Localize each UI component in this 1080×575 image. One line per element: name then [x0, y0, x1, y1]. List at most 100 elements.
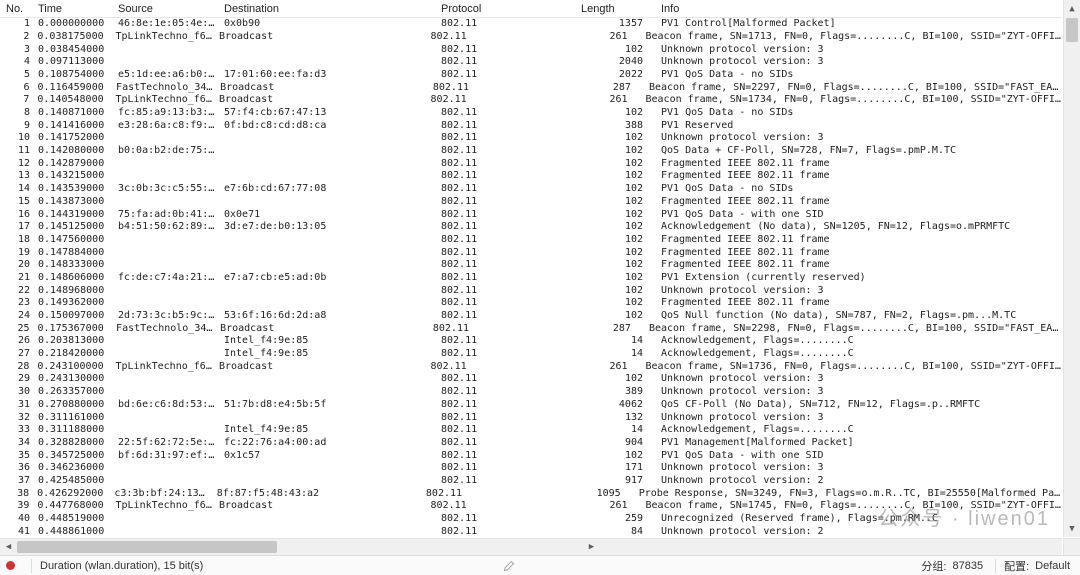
cell-source: TpLinkTechno_f6:8d:…: [110, 361, 213, 373]
table-row[interactable]: 260.203813000Intel_f4:9e:85802.1114Ackno…: [0, 335, 1062, 348]
cell-protocol: 802.11: [435, 145, 575, 157]
table-row[interactable]: 30.038454000802.11102Unknown protocol ve…: [0, 43, 1062, 56]
table-row[interactable]: 120.142879000802.11102Fragmented IEEE 80…: [0, 158, 1062, 171]
cell-source: b4:51:50:62:89:ba: [112, 221, 218, 233]
cell-info: Beacon frame, SN=1745, FN=0, Flags=.....…: [640, 500, 1063, 512]
horizontal-scrollbar[interactable]: ◀ ▶: [0, 539, 600, 555]
cell-protocol: 802.11: [435, 310, 575, 322]
table-row[interactable]: 250.175367000FastTechnolo_34:ea:…Broadca…: [0, 323, 1062, 336]
col-header-destination[interactable]: Destination: [218, 1, 435, 17]
cell-source: b0:0a:b2:de:75:f4: [112, 145, 218, 157]
cell-time: 0.448861000: [32, 526, 112, 537]
cell-info: QoS Null function (No data), SN=787, FN=…: [655, 310, 1062, 322]
cell-time: 0.426292000: [31, 488, 108, 500]
table-row[interactable]: 410.448861000802.1184Unknown protocol ve…: [0, 526, 1062, 538]
table-row[interactable]: 300.263357000802.11389Unknown protocol v…: [0, 386, 1062, 399]
hscroll-track[interactable]: [17, 541, 583, 553]
pencil-icon[interactable]: [503, 560, 515, 572]
cell-source: e5:1d:ee:a6:b0:87: [112, 69, 218, 81]
table-row[interactable]: 350.345725000bf:6d:31:97:ef:860x1c57802.…: [0, 449, 1062, 462]
table-row[interactable]: 400.448519000802.11259Unrecognized (Rese…: [0, 513, 1062, 526]
table-row[interactable]: 60.116459000FastTechnolo_34:ea:…Broadcas…: [0, 81, 1062, 94]
table-row[interactable]: 100.141752000802.11102Unknown protocol v…: [0, 132, 1062, 145]
scroll-up-icon[interactable]: ▲: [1064, 0, 1080, 17]
cell-info: Beacon frame, SN=2297, FN=0, Flags=.....…: [643, 82, 1062, 94]
cell-destination: Intel_f4:9e:85: [218, 424, 435, 436]
table-row[interactable]: 240.1500970002d:73:3c:b5:9c:6753:6f:16:6…: [0, 310, 1062, 323]
col-header-info[interactable]: Info: [655, 1, 1062, 17]
hscroll-thumb[interactable]: [17, 541, 277, 553]
expert-info-icon[interactable]: [6, 561, 15, 570]
cell-protocol: 802.11: [435, 272, 575, 284]
table-row[interactable]: 270.218420000Intel_f4:9e:85802.1114Ackno…: [0, 348, 1062, 361]
table-row[interactable]: 90.141416000e3:28:6a:c8:f9:710f:bd:c8:cd…: [0, 120, 1062, 133]
col-header-time[interactable]: Time: [32, 1, 112, 17]
hscroll-empty: [600, 539, 1062, 555]
cell-destination: 53:6f:16:6d:2d:a8: [218, 310, 435, 322]
cell-length: 102: [575, 183, 655, 195]
table-row[interactable]: 40.097113000802.112040Unknown protocol v…: [0, 56, 1062, 69]
cell-info: PV1 Extension (currently reserved): [655, 272, 1062, 284]
profile-indicator[interactable]: 配置: Default: [1004, 558, 1070, 574]
cell-no: 18: [0, 234, 32, 246]
table-row[interactable]: 170.145125000b4:51:50:62:89:ba3d:e7:de:b…: [0, 221, 1062, 234]
cell-no: 9: [0, 120, 32, 132]
table-row[interactable]: 130.143215000802.11102Fragmented IEEE 80…: [0, 170, 1062, 183]
cell-destination: 0x0b90: [218, 18, 435, 30]
table-row[interactable]: 80.140871000fc:85:a9:13:b3:0757:f4:cb:67…: [0, 107, 1062, 120]
table-row[interactable]: 190.147884000802.11102Fragmented IEEE 80…: [0, 246, 1062, 259]
cell-length: 1357: [575, 18, 655, 30]
col-header-protocol[interactable]: Protocol: [435, 1, 575, 17]
vertical-scrollbar[interactable]: ▲ ▼: [1063, 0, 1080, 537]
cell-length: 102: [575, 132, 655, 144]
table-row[interactable]: 360.346236000802.11171Unknown protocol v…: [0, 462, 1062, 475]
table-row[interactable]: 280.243100000TpLinkTechno_f6:8d:…Broadca…: [0, 361, 1062, 374]
table-row[interactable]: 70.140548000TpLinkTechno_f6:8d:…Broadcas…: [0, 94, 1062, 107]
table-row[interactable]: 220.148968000802.11102Unknown protocol v…: [0, 284, 1062, 297]
table-row[interactable]: 380.426292000c3:3b:bf:24:13:d98f:87:f5:4…: [0, 487, 1062, 500]
col-header-source[interactable]: Source: [112, 1, 218, 17]
table-row[interactable]: 20.038175000TpLinkTechno_f6:8d:…Broadcas…: [0, 31, 1062, 44]
cell-info: Unknown protocol version: 3: [655, 462, 1062, 474]
table-row[interactable]: 160.14431900075:fa:ad:0b:41:d40x0e71802.…: [0, 208, 1062, 221]
cell-length: 2022: [575, 69, 655, 81]
cell-length: 14: [575, 335, 655, 347]
horizontal-scrollbar-area: ◀ ▶: [0, 538, 1062, 555]
col-header-length[interactable]: Length: [575, 1, 655, 17]
table-row[interactable]: 200.148333000802.11102Fragmented IEEE 80…: [0, 259, 1062, 272]
table-row[interactable]: 150.143873000802.11102Fragmented IEEE 80…: [0, 196, 1062, 209]
scroll-left-icon[interactable]: ◀: [0, 539, 17, 555]
cell-no: 33: [0, 424, 32, 436]
cell-source: TpLinkTechno_f6:8d:…: [110, 31, 213, 43]
table-row[interactable]: 320.311161000802.11132Unknown protocol v…: [0, 411, 1062, 424]
table-row[interactable]: 330.311188000Intel_f4:9e:85802.1114Ackno…: [0, 424, 1062, 437]
table-row[interactable]: 310.270880000bd:6e:c6:8d:53:1951:7b:d8:e…: [0, 399, 1062, 412]
profile-label: 配置:: [1004, 558, 1029, 574]
cell-time: 0.149362000: [32, 297, 112, 309]
table-row[interactable]: 340.32882800022:5f:62:72:5e:2ffc:22:76:a…: [0, 437, 1062, 450]
scroll-right-icon[interactable]: ▶: [583, 539, 600, 555]
table-row[interactable]: 370.425485000802.11917Unknown protocol v…: [0, 475, 1062, 488]
table-row[interactable]: 290.243130000802.11102Unknown protocol v…: [0, 373, 1062, 386]
cell-protocol: 802.11: [435, 259, 575, 271]
cell-no: 1: [0, 18, 32, 30]
table-row[interactable]: 230.149362000802.11102Fragmented IEEE 80…: [0, 297, 1062, 310]
cell-protocol: 802.11: [435, 335, 575, 347]
cell-length: 14: [575, 424, 655, 436]
scroll-down-icon[interactable]: ▼: [1064, 520, 1080, 537]
col-header-no[interactable]: No.: [0, 1, 32, 17]
table-row[interactable]: 10.00000000046:8e:1e:05:4e:160x0b90802.1…: [0, 18, 1062, 31]
cell-info: Unknown protocol version: 3: [655, 132, 1062, 144]
cell-length: 102: [575, 196, 655, 208]
table-row[interactable]: 210.148606000fc:de:c7:4a:21:f3e7:a7:cb:e…: [0, 272, 1062, 285]
cell-time: 0.148333000: [32, 259, 112, 271]
profile-value: Default: [1035, 560, 1070, 572]
table-row[interactable]: 50.108754000e5:1d:ee:a6:b0:8717:01:60:ee…: [0, 69, 1062, 82]
table-row[interactable]: 180.147560000802.11102Fragmented IEEE 80…: [0, 234, 1062, 247]
vscroll-thumb[interactable]: [1066, 18, 1078, 42]
table-row[interactable]: 110.142080000b0:0a:b2:de:75:f4802.11102Q…: [0, 145, 1062, 158]
table-row[interactable]: 390.447768000TpLinkTechno_f6:8d:…Broadca…: [0, 500, 1062, 513]
column-headers[interactable]: No. Time Source Destination Protocol Len…: [0, 0, 1062, 18]
table-row[interactable]: 140.1435390003c:0b:3c:c5:55:dfe7:6b:cd:6…: [0, 183, 1062, 196]
cell-info: PV1 Control[Malformed Packet]: [655, 18, 1062, 30]
